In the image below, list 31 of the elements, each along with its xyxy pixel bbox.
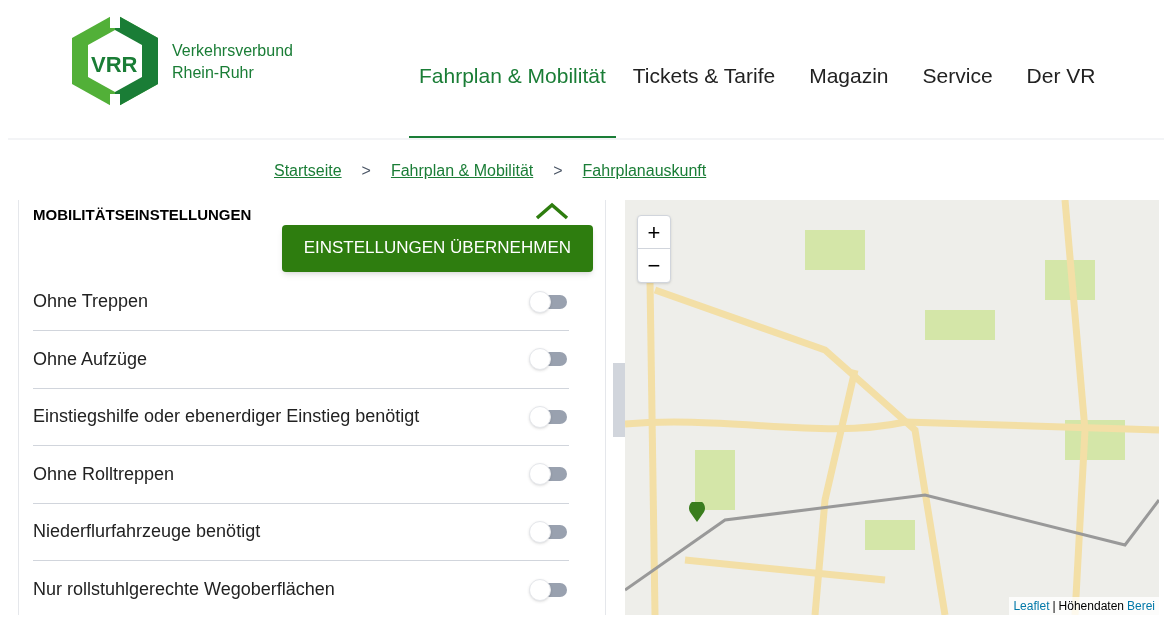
attribution-separator: | [1052, 598, 1056, 615]
option-label: Ohne Aufzüge [33, 347, 148, 371]
map[interactable]: + − Leaflet | Höhendaten Berei [625, 200, 1159, 615]
logo-icon [70, 12, 160, 110]
leaflet-link[interactable]: Leaflet [1013, 597, 1050, 615]
brand-name: Rhein-Ruhr [172, 63, 255, 83]
scrollbar[interactable] [613, 363, 625, 437]
attribution-link[interactable]: Berei [1127, 597, 1155, 615]
breadcrumb-separator: > [361, 161, 371, 181]
breadcrumb-link[interactable]: Fahrplanauskunft [582, 159, 707, 183]
brand-name: Verkehrsverbund [172, 41, 293, 61]
logo-text: VRR [91, 51, 138, 79]
breadcrumb-separator: > [553, 161, 563, 181]
breadcrumb-link[interactable]: Startseite [274, 159, 342, 183]
attribution-text: Höhendaten [1058, 598, 1124, 615]
nav-link[interactable]: Magazin [792, 60, 906, 139]
option-label: Ohne Rolltreppen [33, 462, 175, 486]
map-pin-icon [689, 502, 705, 522]
nav-link[interactable]: Der VR [1009, 60, 1113, 139]
option-label: Niederflurfahrzeuge benötigt [33, 520, 261, 544]
zoom-out-button[interactable]: − [638, 249, 670, 282]
section-title: MOBILITÄTSEINSTELLUNGEN [33, 205, 252, 225]
option-label: Einstiegshilfe oder ebenerdiger Einstieg benötigt [33, 405, 420, 429]
nav-link[interactable]: Tickets & Tarife [615, 60, 793, 139]
breadcrumb-link[interactable]: Fahrplan & Mobilität [390, 159, 534, 183]
option-label: Ohne Treppen [33, 290, 149, 314]
option-label: Nur rollstuhlgerechte Wegoberflächen [33, 578, 335, 602]
zoom-in-button[interactable]: + [638, 216, 670, 249]
nav-link[interactable]: Service [905, 60, 1010, 139]
chevron-icon[interactable] [535, 202, 569, 220]
apply-settings-button[interactable]: EINSTELLUNGEN ÜBERNEHMEN [281, 224, 593, 272]
